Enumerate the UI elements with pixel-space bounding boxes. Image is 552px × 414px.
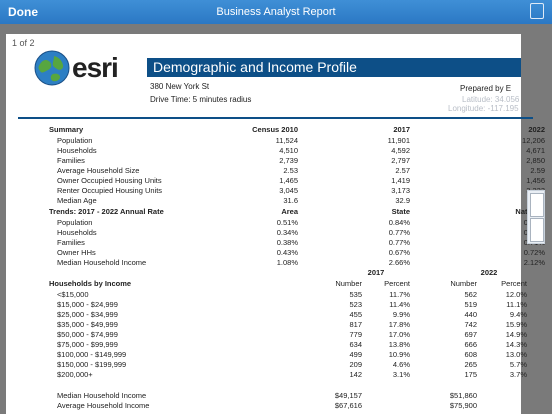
- income-number-header-2: Number: [450, 279, 477, 288]
- header-divider: [18, 117, 533, 119]
- table-row: $200,000+ 142 3.1% 175 3.7%: [57, 370, 527, 379]
- esri-logo: esri: [72, 52, 119, 83]
- table-row: Average Household Income $67,616 $75,900: [57, 401, 477, 410]
- table-row: $100,000 - $149,999 499 10.9% 608 13.0%: [57, 350, 527, 359]
- table-row: Average Household Size 2.53 2.57 2.59: [57, 166, 545, 175]
- income-percent-header-1: Percent: [384, 279, 410, 288]
- share-icon[interactable]: [530, 3, 544, 19]
- table-row: $35,000 - $49,999 817 17.8% 742 15.9%: [57, 320, 527, 329]
- table-row: Median Age31.632.933.3: [57, 196, 545, 205]
- table-row: Owner Occupied Housing Units 1,465 1,419 1,…: [57, 176, 545, 185]
- globe-icon: [34, 50, 70, 86]
- page-indicator: 1 of 2: [12, 38, 35, 48]
- address: 380 New York St: [150, 82, 210, 91]
- table-row: Renter Occupied Housing Units3,0453,1733…: [57, 186, 545, 195]
- page-thumbnail-strip[interactable]: [527, 190, 545, 244]
- income-heading: Households by Income: [49, 279, 132, 288]
- trends-col2-header: State: [391, 207, 410, 216]
- table-row: Median Household Income $49,157 $51,860: [57, 391, 477, 400]
- summary-col3-header: 2022: [528, 125, 545, 134]
- summary-col1-header: Census 2010: [252, 125, 298, 134]
- table-row: Median Household Income 1.08% 2.66% 2.12%: [57, 258, 545, 267]
- table-row: Households0.34%0.77%0.79%: [57, 228, 545, 237]
- table-row: Owner HHs 0.43% 0.67% 0.72%: [57, 248, 545, 257]
- table-row: $15,000 - $24,999 523 11.4% 519 11.1%: [57, 300, 527, 309]
- report-title: Demographic and Income Profile: [147, 58, 521, 77]
- income-year2: 2022: [480, 268, 498, 277]
- page-thumbnail-2[interactable]: [530, 218, 544, 242]
- summary-header-row: Summary Census 2010 2017 2022: [0, 125, 552, 135]
- income-percent-header-2: Percent: [501, 279, 527, 288]
- table-row: Families0.38%0.77%0.71%: [57, 238, 545, 247]
- latitude: Latitude: 34.056: [462, 95, 520, 104]
- longitude: Longitude: -117.195: [448, 104, 519, 113]
- prepared-by: Prepared by E: [460, 84, 512, 93]
- income-year-row: 2017 2022: [0, 268, 552, 278]
- income-number-header-1: Number: [335, 279, 362, 288]
- table-row: $75,000 - $99,999 634 13.8% 666 14.3%: [57, 340, 527, 349]
- drive-time: Drive Time: 5 minutes radius: [150, 95, 252, 104]
- table-row: Families 2,739 2,797 2,850: [57, 156, 545, 165]
- table-row: $50,000 - $74,999 779 17.0% 697 14.9%: [57, 330, 527, 339]
- summary-col2-header: 2017: [393, 125, 410, 134]
- top-bar: Done Business Analyst Report: [0, 0, 552, 24]
- table-row: <$15,000 535 11.7% 562 12.0%: [57, 290, 527, 299]
- table-row: $25,000 - $34,999 455 9.9% 440 9.4%: [57, 310, 527, 319]
- table-row: Population 11,524 11,901 12,206: [57, 136, 545, 145]
- app-title: Business Analyst Report: [216, 6, 336, 18]
- income-header-row: Households by Income Number Percent Numb…: [0, 279, 552, 289]
- page-thumbnail-1[interactable]: [530, 193, 544, 217]
- trends-heading: Trends: 2017 - 2022 Annual Rate: [49, 207, 164, 216]
- trends-header-row: Trends: 2017 - 2022 Annual Rate Area Sta…: [0, 207, 552, 217]
- trends-col1-header: Area: [281, 207, 298, 216]
- table-row: $150,000 - $199,999 209 4.6% 265 5.7%: [57, 360, 527, 369]
- table-row: Households 4,510 4,592 4,671: [57, 146, 545, 155]
- table-row: Population0.51%0.84%0.83%: [57, 218, 545, 227]
- income-year1: 2017: [367, 268, 385, 277]
- summary-heading: Summary: [49, 125, 84, 134]
